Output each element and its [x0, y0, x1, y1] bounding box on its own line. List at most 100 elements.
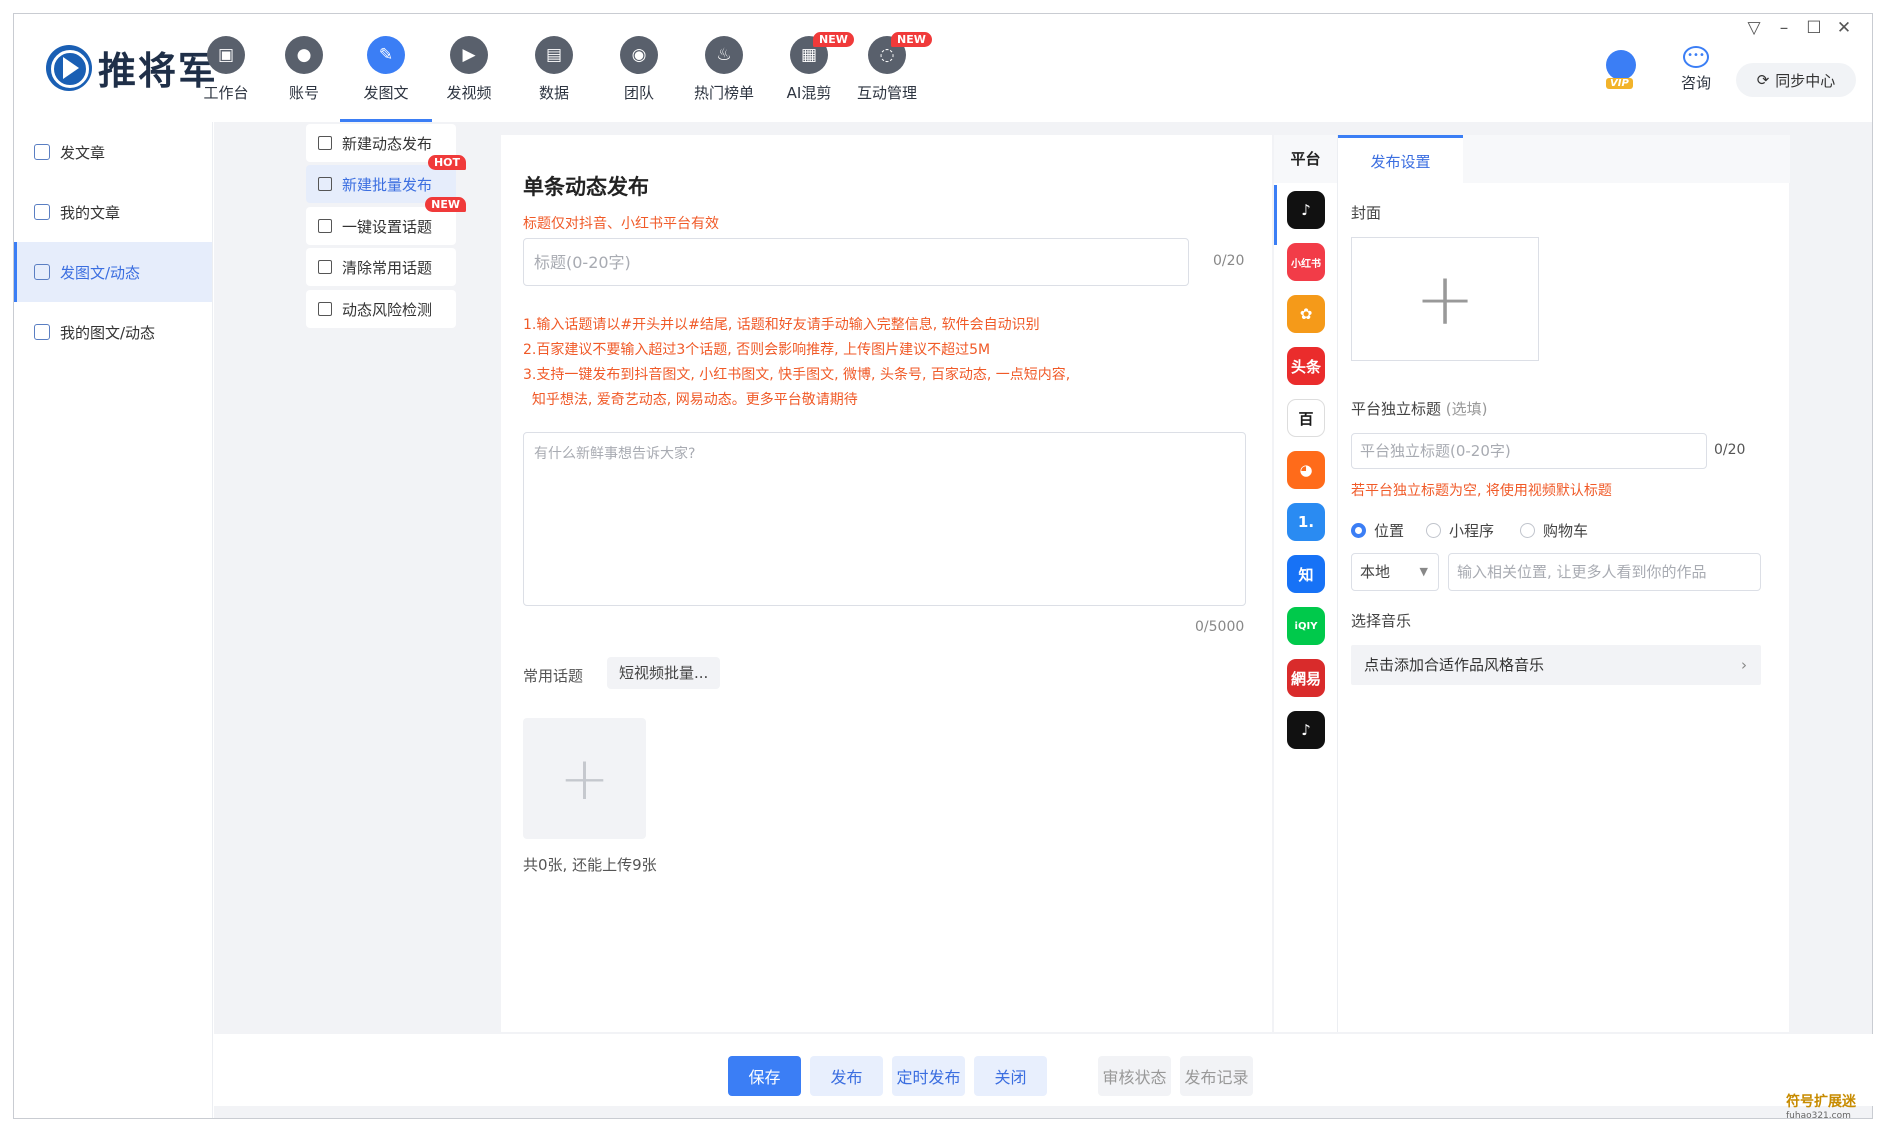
publish-records-button[interactable]: 发布记录	[1180, 1056, 1253, 1096]
tab-publish-settings[interactable]: 发布设置	[1338, 135, 1463, 183]
bottom-action-bar: 保存 发布 定时发布 关闭 审核状态 发布记录	[213, 1034, 1873, 1106]
window-menu-icon[interactable]: ▽	[1739, 16, 1769, 40]
independent-title-input[interactable]	[1351, 433, 1707, 469]
nav-item[interactable]: ✎ 发图文	[340, 36, 432, 122]
topic-chip[interactable]: 短视频批量...	[607, 657, 721, 689]
sidebar-item[interactable]: 发文章	[14, 122, 212, 182]
submenu-item[interactable]: 动态风险检测	[306, 290, 456, 328]
sync-center-button[interactable]: ⟳ 同步中心	[1736, 63, 1856, 97]
fire-icon: ♨	[705, 36, 743, 74]
platform-toutiao-icon[interactable]: 头条	[1287, 347, 1325, 385]
sidebar-item-label: 我的文章	[60, 203, 121, 222]
cover-upload-button[interactable]: +	[1351, 237, 1539, 361]
user-avatar[interactable]: VIP	[1601, 50, 1641, 94]
radio-label: 购物车	[1543, 522, 1589, 540]
submenu-badge: HOT	[427, 155, 466, 170]
list-add-icon	[318, 136, 332, 150]
platform-iqiyi-icon[interactable]: iQIY	[1287, 607, 1325, 645]
save-button[interactable]: 保存	[728, 1056, 801, 1096]
image-upload-button[interactable]: +	[523, 718, 646, 839]
content-textarea[interactable]	[523, 432, 1246, 606]
platform-yidian-icon[interactable]: 1.	[1287, 503, 1325, 541]
schedule-publish-button[interactable]: 定时发布	[892, 1056, 965, 1096]
platform-xiaohongshu-icon[interactable]: 小红书	[1287, 243, 1325, 281]
batch-icon	[318, 177, 332, 191]
close-button[interactable]: 关闭	[974, 1056, 1047, 1096]
platform-douyin-icon[interactable]: ♪	[1287, 191, 1325, 229]
minimize-icon[interactable]: –	[1769, 16, 1799, 40]
rules-list: 1.输入话题请以#开头并以#结尾, 话题和好友请手动输入完整信息, 软件会自动识…	[523, 313, 1070, 413]
plus-icon: +	[559, 743, 610, 814]
platform-list: 平台 ♪ 小红书 ✿ 头条百 ◕ 1. 知 iQIY 網易 ♪	[1274, 135, 1337, 1032]
feather-icon: ✎	[367, 36, 405, 74]
user-icon: ●	[285, 36, 323, 74]
platform-zhihu-icon[interactable]: 知	[1287, 555, 1325, 593]
nav-item[interactable]: ◉ 团队	[597, 36, 681, 122]
independent-title-text: 平台独立标题	[1351, 400, 1442, 418]
nav-label: 数据	[538, 84, 569, 102]
location-input[interactable]	[1448, 553, 1761, 591]
close-icon[interactable]: ✕	[1829, 16, 1859, 40]
independent-title-counter: 0/20	[1714, 442, 1746, 458]
nav-item[interactable]: ● 账号	[262, 36, 346, 122]
sync-center-label: 同步中心	[1775, 71, 1836, 90]
nav-item[interactable]: ▣ 工作台	[184, 36, 268, 122]
chat-bubble-icon	[34, 324, 50, 340]
chart-icon: ▤	[535, 36, 573, 74]
nav-item[interactable]: ◌ 互动管理 NEW	[845, 32, 932, 122]
radio-dot	[1351, 523, 1366, 538]
rule-line: 知乎想法, 爱奇艺动态, 网易动态。更多平台敬请期待	[523, 392, 858, 408]
sidebar-item[interactable]: 发图文/动态	[14, 242, 212, 302]
music-label: 选择音乐	[1351, 612, 1412, 630]
review-status-button[interactable]: 审核状态	[1098, 1056, 1171, 1096]
title-input[interactable]	[523, 238, 1189, 286]
upload-count-note: 共0张, 还能上传9张	[523, 856, 657, 874]
shield-check-icon	[318, 302, 332, 316]
nav-label: 工作台	[203, 84, 249, 102]
radio-dot	[1426, 523, 1441, 538]
submenu-badge: NEW	[425, 197, 466, 212]
nav-item[interactable]: ▤ 数据	[512, 36, 596, 122]
clear-icon	[318, 260, 332, 274]
submenu-item[interactable]: 清除常用话题	[306, 248, 456, 286]
plus-icon: +	[1414, 257, 1476, 341]
refresh-icon: ⟳	[1756, 71, 1770, 89]
editor-panel: 单条动态发布 标题仅对抖音、小红书平台有效 0/20 1.输入话题请以#开头并以…	[501, 135, 1272, 1032]
consult-button[interactable]: ••• 咨询	[1674, 46, 1718, 93]
location-select[interactable]: 本地 ▼	[1351, 553, 1439, 591]
submenu-item-label: 新建批量发布	[342, 175, 433, 194]
radio-dot	[1520, 523, 1535, 538]
title-note: 标题仅对抖音、小红书平台有效	[523, 216, 719, 232]
platform-kuaishou-icon[interactable]: ✿	[1287, 295, 1325, 333]
platform-baijia-icon[interactable]: 百	[1287, 399, 1325, 437]
top-navigation: 推将军 ▣ 工作台 ● 账号 ✎ 发图文 ▶ 发视频 ▤ 数据 ◉ 团队 ♨ 热门榜单 ▦ AI混剪 NEW ◌ 互…	[14, 14, 1872, 122]
sidebar-item-label: 我的图文/动态	[60, 323, 156, 342]
radio-miniprogram[interactable]: 小程序	[1426, 520, 1494, 541]
radio-cart[interactable]: 购物车	[1520, 520, 1588, 541]
add-music-label: 点击添加合适作品风格音乐	[1364, 656, 1545, 674]
radio-location[interactable]: 位置	[1351, 520, 1404, 541]
logo-icon	[46, 44, 92, 91]
page-title: 单条动态发布	[523, 175, 649, 199]
new-badge: NEW	[891, 32, 932, 47]
consult-label: 咨询	[1680, 74, 1711, 92]
add-music-button[interactable]: 点击添加合适作品风格音乐 ›	[1351, 645, 1761, 685]
publish-button[interactable]: 发布	[810, 1056, 883, 1096]
platform-active-indicator	[1274, 185, 1277, 245]
sidebar-item[interactable]: 我的图文/动态	[14, 302, 212, 362]
sidebar-item[interactable]: 我的文章	[14, 182, 212, 242]
platform-douyin-alt-icon[interactable]: ♪	[1287, 711, 1325, 749]
optional-hint: (选填)	[1445, 400, 1488, 418]
nav-label: AI混剪	[786, 84, 832, 102]
nav-item[interactable]: ♨ 热门榜单	[682, 36, 766, 122]
platform-weibo-icon[interactable]: ◕	[1287, 451, 1325, 489]
submenu-item[interactable]: 一键设置话题 NEW	[306, 197, 466, 245]
send-icon	[34, 144, 50, 160]
nav-label: 发图文	[363, 84, 409, 102]
submenu-item-label: 清除常用话题	[342, 258, 433, 277]
left-sidebar: 发文章我的文章发图文/动态我的图文/动态	[14, 122, 213, 1118]
nav-item[interactable]: ▦ AI混剪 NEW	[767, 32, 854, 122]
maximize-icon[interactable]: ☐	[1799, 16, 1829, 40]
platform-wangyi-icon[interactable]: 網易	[1287, 659, 1325, 697]
nav-item[interactable]: ▶ 发视频	[427, 36, 511, 122]
